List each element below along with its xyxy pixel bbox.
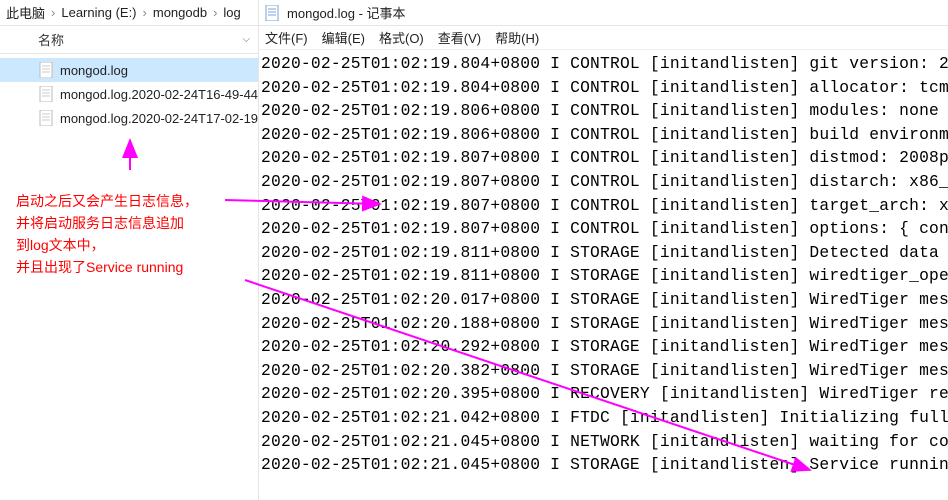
text-file-icon xyxy=(38,110,54,126)
log-line: 2020-02-25T01:02:21.045+0800 I STORAGE [… xyxy=(261,453,948,477)
breadcrumb-item[interactable]: Learning (E:) xyxy=(61,5,136,20)
log-line: 2020-02-25T01:02:19.811+0800 I STORAGE [… xyxy=(261,241,948,265)
breadcrumb[interactable]: 此电脑 › Learning (E:) › mongodb › log xyxy=(0,0,258,26)
file-name: mongod.log xyxy=(60,63,128,78)
log-line: 2020-02-25T01:02:19.807+0800 I CONTROL [… xyxy=(261,146,948,170)
log-line: 2020-02-25T01:02:19.806+0800 I CONTROL [… xyxy=(261,99,948,123)
log-line: 2020-02-25T01:02:19.806+0800 I CONTROL [… xyxy=(261,123,948,147)
log-line: 2020-02-25T01:02:21.042+0800 I FTDC [ini… xyxy=(261,406,948,430)
breadcrumb-item[interactable]: log xyxy=(223,5,240,20)
menu-format[interactable]: 格式(O) xyxy=(379,28,424,47)
menu-file[interactable]: 文件(F) xyxy=(265,28,308,47)
menu-bar: 文件(F) 编辑(E) 格式(O) 查看(V) 帮助(H) xyxy=(259,26,948,50)
explorer-pane: 此电脑 › Learning (E:) › mongodb › log 名称 ⌵… xyxy=(0,0,259,500)
log-line: 2020-02-25T01:02:20.188+0800 I STORAGE [… xyxy=(261,312,948,336)
column-header-label: 名称 xyxy=(38,30,64,49)
menu-view[interactable]: 查看(V) xyxy=(438,28,481,47)
log-line: 2020-02-25T01:02:19.804+0800 I CONTROL [… xyxy=(261,76,948,100)
file-name: mongod.log.2020-02-24T16-49-44 xyxy=(60,87,258,102)
file-row[interactable]: mongod.log.2020-02-24T17-02-19 xyxy=(0,106,258,130)
log-line: 2020-02-25T01:02:20.382+0800 I STORAGE [… xyxy=(261,359,948,383)
notepad-window: mongod.log - 记事本 — 文件(F) 编辑(E) 格式(O) 查看(… xyxy=(259,0,948,500)
annotation-line: 并且出现了Service running xyxy=(16,256,198,278)
text-file-icon xyxy=(38,62,54,78)
file-row[interactable]: mongod.log.2020-02-24T16-49-44 xyxy=(0,82,258,106)
log-content[interactable]: 2020-02-25T01:02:19.804+0800 I CONTROL [… xyxy=(259,50,948,500)
menu-help[interactable]: 帮助(H) xyxy=(495,28,539,47)
file-row[interactable]: mongod.log xyxy=(0,58,258,82)
log-line: 2020-02-25T01:02:19.804+0800 I CONTROL [… xyxy=(261,52,948,76)
log-line: 2020-02-25T01:02:19.807+0800 I CONTROL [… xyxy=(261,217,948,241)
log-line: 2020-02-25T01:02:19.807+0800 I CONTROL [… xyxy=(261,170,948,194)
chevron-right-icon: › xyxy=(209,5,221,20)
chevron-right-icon: › xyxy=(47,5,59,20)
file-name: mongod.log.2020-02-24T17-02-19 xyxy=(60,111,258,126)
annotation-line: 到log文本中， xyxy=(16,234,198,256)
window-title: mongod.log - 记事本 xyxy=(287,3,406,22)
chevron-right-icon: › xyxy=(139,5,151,20)
log-line: 2020-02-25T01:02:19.807+0800 I CONTROL [… xyxy=(261,194,948,218)
menu-edit[interactable]: 编辑(E) xyxy=(322,28,365,47)
log-line: 2020-02-25T01:02:20.395+0800 I RECOVERY … xyxy=(261,382,948,406)
log-line: 2020-02-25T01:02:20.017+0800 I STORAGE [… xyxy=(261,288,948,312)
log-line: 2020-02-25T01:02:20.292+0800 I STORAGE [… xyxy=(261,335,948,359)
log-line: 2020-02-25T01:02:19.811+0800 I STORAGE [… xyxy=(261,264,948,288)
notepad-icon xyxy=(265,5,281,21)
breadcrumb-item[interactable]: mongodb xyxy=(153,5,207,20)
annotation-line: 并将启动服务日志信息追加 xyxy=(16,212,198,234)
text-file-icon xyxy=(38,86,54,102)
annotation-line: 启动之后又会产生日志信息， xyxy=(16,190,198,212)
chevron-down-icon: ⌵ xyxy=(242,34,250,45)
notepad-titlebar[interactable]: mongod.log - 记事本 — xyxy=(259,0,948,26)
file-list: mongod.log mongod.log.2020-02-24T16-49-4… xyxy=(0,54,258,130)
breadcrumb-item[interactable]: 此电脑 xyxy=(6,3,45,22)
log-line: 2020-02-25T01:02:21.045+0800 I NETWORK [… xyxy=(261,430,948,454)
annotation-text: 启动之后又会产生日志信息， 并将启动服务日志信息追加 到log文本中， 并且出现… xyxy=(16,190,198,278)
column-header-name[interactable]: 名称 ⌵ xyxy=(0,26,258,54)
